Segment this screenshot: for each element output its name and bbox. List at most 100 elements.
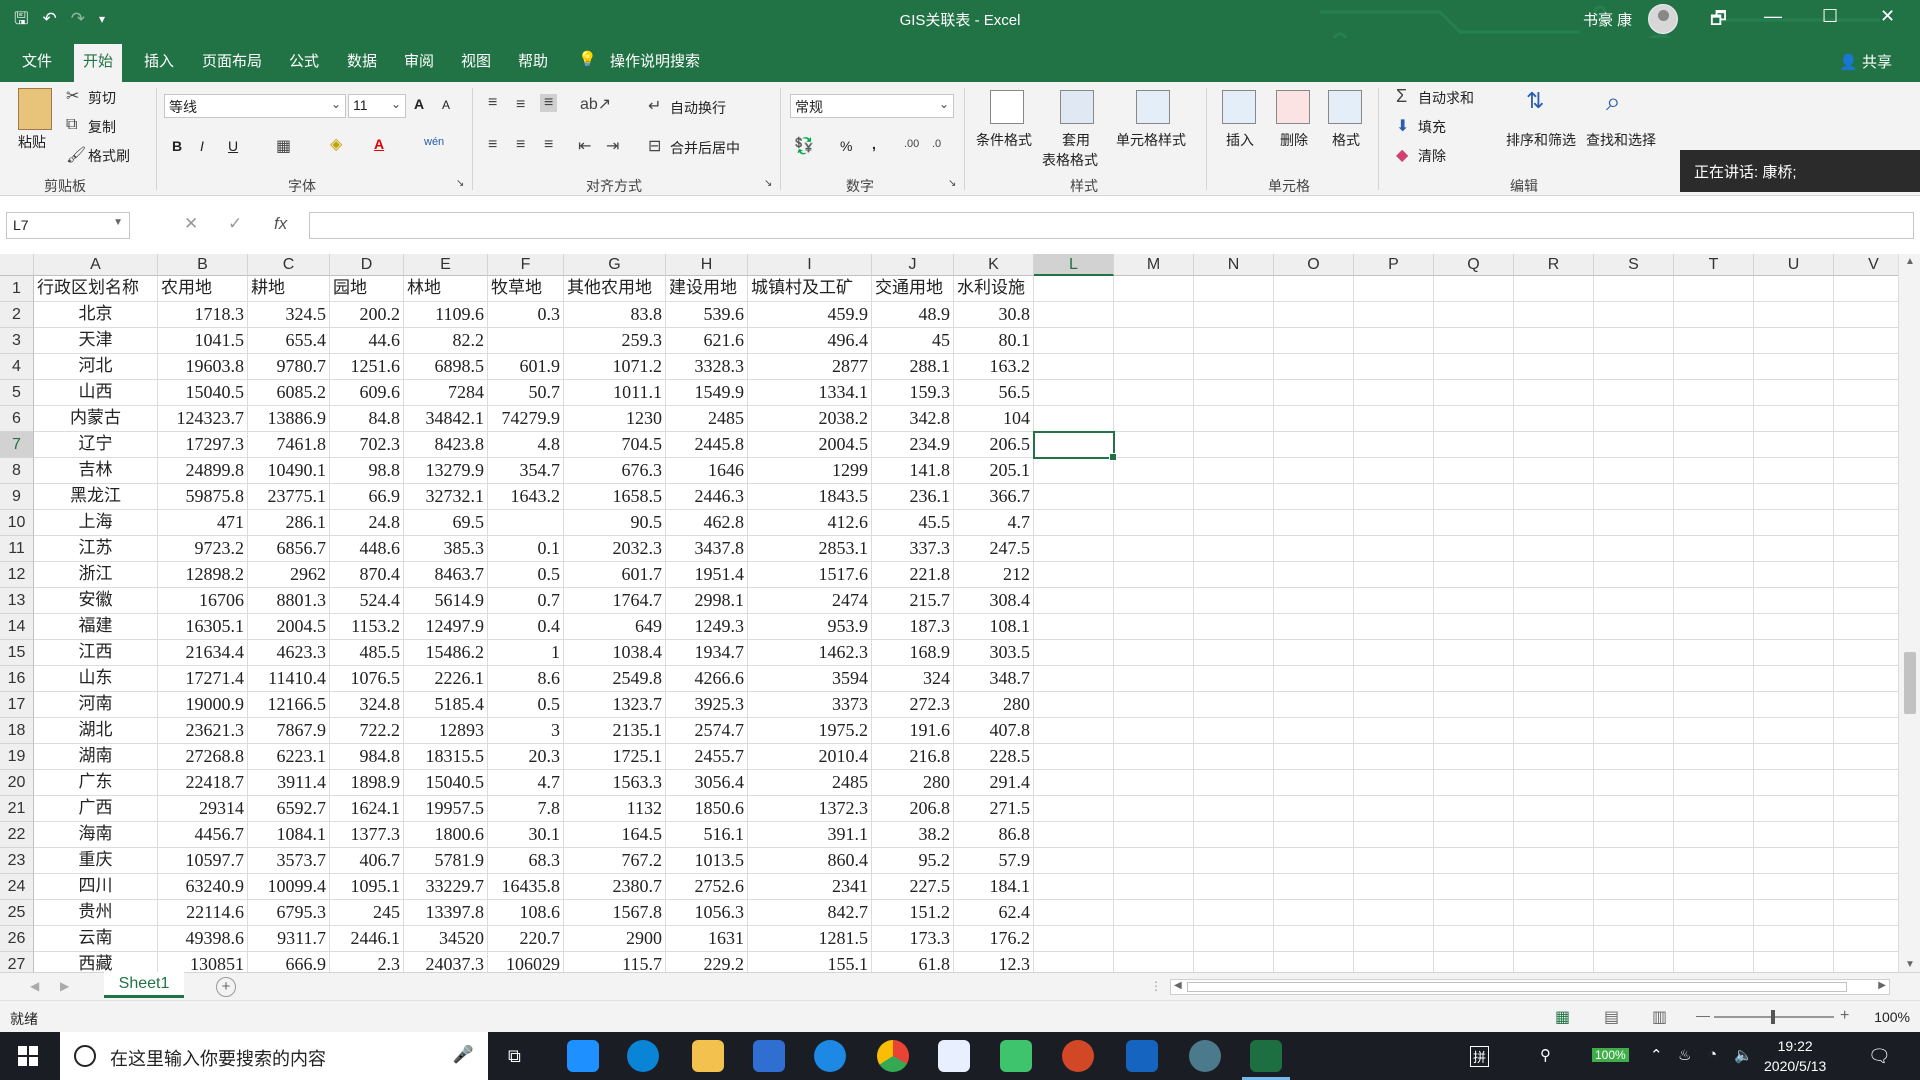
row-header[interactable]: 25	[0, 900, 34, 926]
table-cell[interactable]: 1643.2	[488, 484, 564, 510]
table-cell[interactable]	[1834, 666, 1898, 692]
header-cell[interactable]: 建设用地	[666, 276, 748, 302]
table-cell[interactable]: 安徽	[34, 588, 158, 614]
table-cell[interactable]: 天津	[34, 328, 158, 354]
table-cell[interactable]: 1462.3	[748, 640, 872, 666]
table-cell[interactable]	[1674, 874, 1754, 900]
table-cell[interactable]	[1674, 926, 1754, 952]
table-cell[interactable]	[1034, 484, 1114, 510]
row-header[interactable]: 9	[0, 484, 34, 510]
table-cell[interactable]	[1354, 406, 1434, 432]
table-cell[interactable]	[1194, 900, 1274, 926]
table-cell[interactable]: 324.8	[330, 692, 404, 718]
table-cell[interactable]: 234.9	[872, 432, 954, 458]
table-cell[interactable]: 2135.1	[564, 718, 666, 744]
table-cell[interactable]: 24899.8	[158, 458, 248, 484]
table-cell[interactable]: 辽宁	[34, 432, 158, 458]
row-header[interactable]: 20	[0, 770, 34, 796]
number-format-select[interactable]: 常规 ⌄	[790, 94, 954, 118]
table-cell[interactable]	[1754, 588, 1834, 614]
table-cell[interactable]: 11410.4	[248, 666, 330, 692]
table-cell[interactable]: 河北	[34, 354, 158, 380]
table-cell[interactable]	[1834, 354, 1898, 380]
table-cell[interactable]	[1274, 744, 1354, 770]
table-cell[interactable]: 206.5	[954, 432, 1034, 458]
column-header-k[interactable]: K	[954, 254, 1034, 276]
table-cell[interactable]: 2485	[748, 770, 872, 796]
table-cell[interactable]: 6223.1	[248, 744, 330, 770]
table-cell[interactable]: 2380.7	[564, 874, 666, 900]
header-cell[interactable]	[1834, 276, 1898, 302]
table-cell[interactable]: 16706	[158, 588, 248, 614]
table-cell[interactable]	[1754, 874, 1834, 900]
scroll-down-icon[interactable]: ▼	[1905, 959, 1915, 970]
table-cell[interactable]: 3573.7	[248, 848, 330, 874]
scroll-left-icon[interactable]: ◀	[1174, 980, 1182, 991]
header-cell[interactable]: 牧草地	[488, 276, 564, 302]
table-cell[interactable]	[1354, 536, 1434, 562]
header-cell[interactable]	[1034, 276, 1114, 302]
table-cell[interactable]	[1434, 848, 1514, 874]
column-header-v[interactable]: V	[1834, 254, 1898, 276]
header-cell[interactable]: 农用地	[158, 276, 248, 302]
table-cell[interactable]: 0.4	[488, 614, 564, 640]
table-cell[interactable]	[1194, 822, 1274, 848]
table-cell[interactable]: 云南	[34, 926, 158, 952]
table-cell[interactable]	[1194, 328, 1274, 354]
table-cell[interactable]	[1274, 354, 1354, 380]
table-cell[interactable]	[1674, 458, 1754, 484]
table-cell[interactable]	[1114, 666, 1194, 692]
table-cell[interactable]	[1514, 588, 1594, 614]
paste-button[interactable]: 粘贴	[18, 132, 46, 152]
table-cell[interactable]	[1514, 926, 1594, 952]
table-cell[interactable]: 155.1	[748, 952, 872, 972]
table-cell[interactable]	[1594, 562, 1674, 588]
table-cell[interactable]	[1434, 302, 1514, 328]
table-cell[interactable]	[1034, 640, 1114, 666]
table-cell[interactable]: 80.1	[954, 328, 1034, 354]
table-cell[interactable]: 86.8	[954, 822, 1034, 848]
table-cell[interactable]: 130851	[158, 952, 248, 972]
table-cell[interactable]	[1594, 874, 1674, 900]
row-header[interactable]: 27	[0, 952, 34, 972]
row-header[interactable]: 3	[0, 328, 34, 354]
table-cell[interactable]: 1095.1	[330, 874, 404, 900]
table-cell[interactable]: 1076.5	[330, 666, 404, 692]
table-cell[interactable]: 21634.4	[158, 640, 248, 666]
table-cell[interactable]	[1194, 952, 1274, 972]
table-cell[interactable]: 9311.7	[248, 926, 330, 952]
table-cell[interactable]: 354.7	[488, 458, 564, 484]
table-cell[interactable]: 2998.1	[666, 588, 748, 614]
table-cell[interactable]: 164.5	[564, 822, 666, 848]
table-cell[interactable]: 291.4	[954, 770, 1034, 796]
table-cell[interactable]	[1114, 822, 1194, 848]
table-cell[interactable]: 30.1	[488, 822, 564, 848]
table-cell[interactable]	[1194, 848, 1274, 874]
table-cell[interactable]	[1674, 848, 1754, 874]
table-cell[interactable]	[1834, 692, 1898, 718]
table-cell[interactable]	[1114, 354, 1194, 380]
table-cell[interactable]	[1114, 536, 1194, 562]
table-cell[interactable]	[1114, 562, 1194, 588]
table-cell[interactable]: 462.8	[666, 510, 748, 536]
table-cell[interactable]: 10099.4	[248, 874, 330, 900]
table-cell[interactable]: 5185.4	[404, 692, 488, 718]
table-cell[interactable]	[1194, 588, 1274, 614]
table-cell[interactable]: 62.4	[954, 900, 1034, 926]
table-cell[interactable]	[1594, 744, 1674, 770]
table-cell[interactable]	[1834, 822, 1898, 848]
table-cell[interactable]	[1834, 926, 1898, 952]
table-cell[interactable]: 8801.3	[248, 588, 330, 614]
table-cell[interactable]	[1274, 666, 1354, 692]
table-cell[interactable]	[1034, 744, 1114, 770]
next-sheet-icon[interactable]: ▶	[60, 979, 69, 993]
table-cell[interactable]: 84.8	[330, 406, 404, 432]
header-cell[interactable]	[1274, 276, 1354, 302]
table-cell[interactable]	[1594, 458, 1674, 484]
table-cell[interactable]: 342.8	[872, 406, 954, 432]
table-cell[interactable]	[1194, 666, 1274, 692]
table-cell[interactable]	[1274, 380, 1354, 406]
sheet-tab-sheet1[interactable]: Sheet1	[104, 972, 184, 998]
table-cell[interactable]: 348.7	[954, 666, 1034, 692]
table-cell[interactable]: 19957.5	[404, 796, 488, 822]
